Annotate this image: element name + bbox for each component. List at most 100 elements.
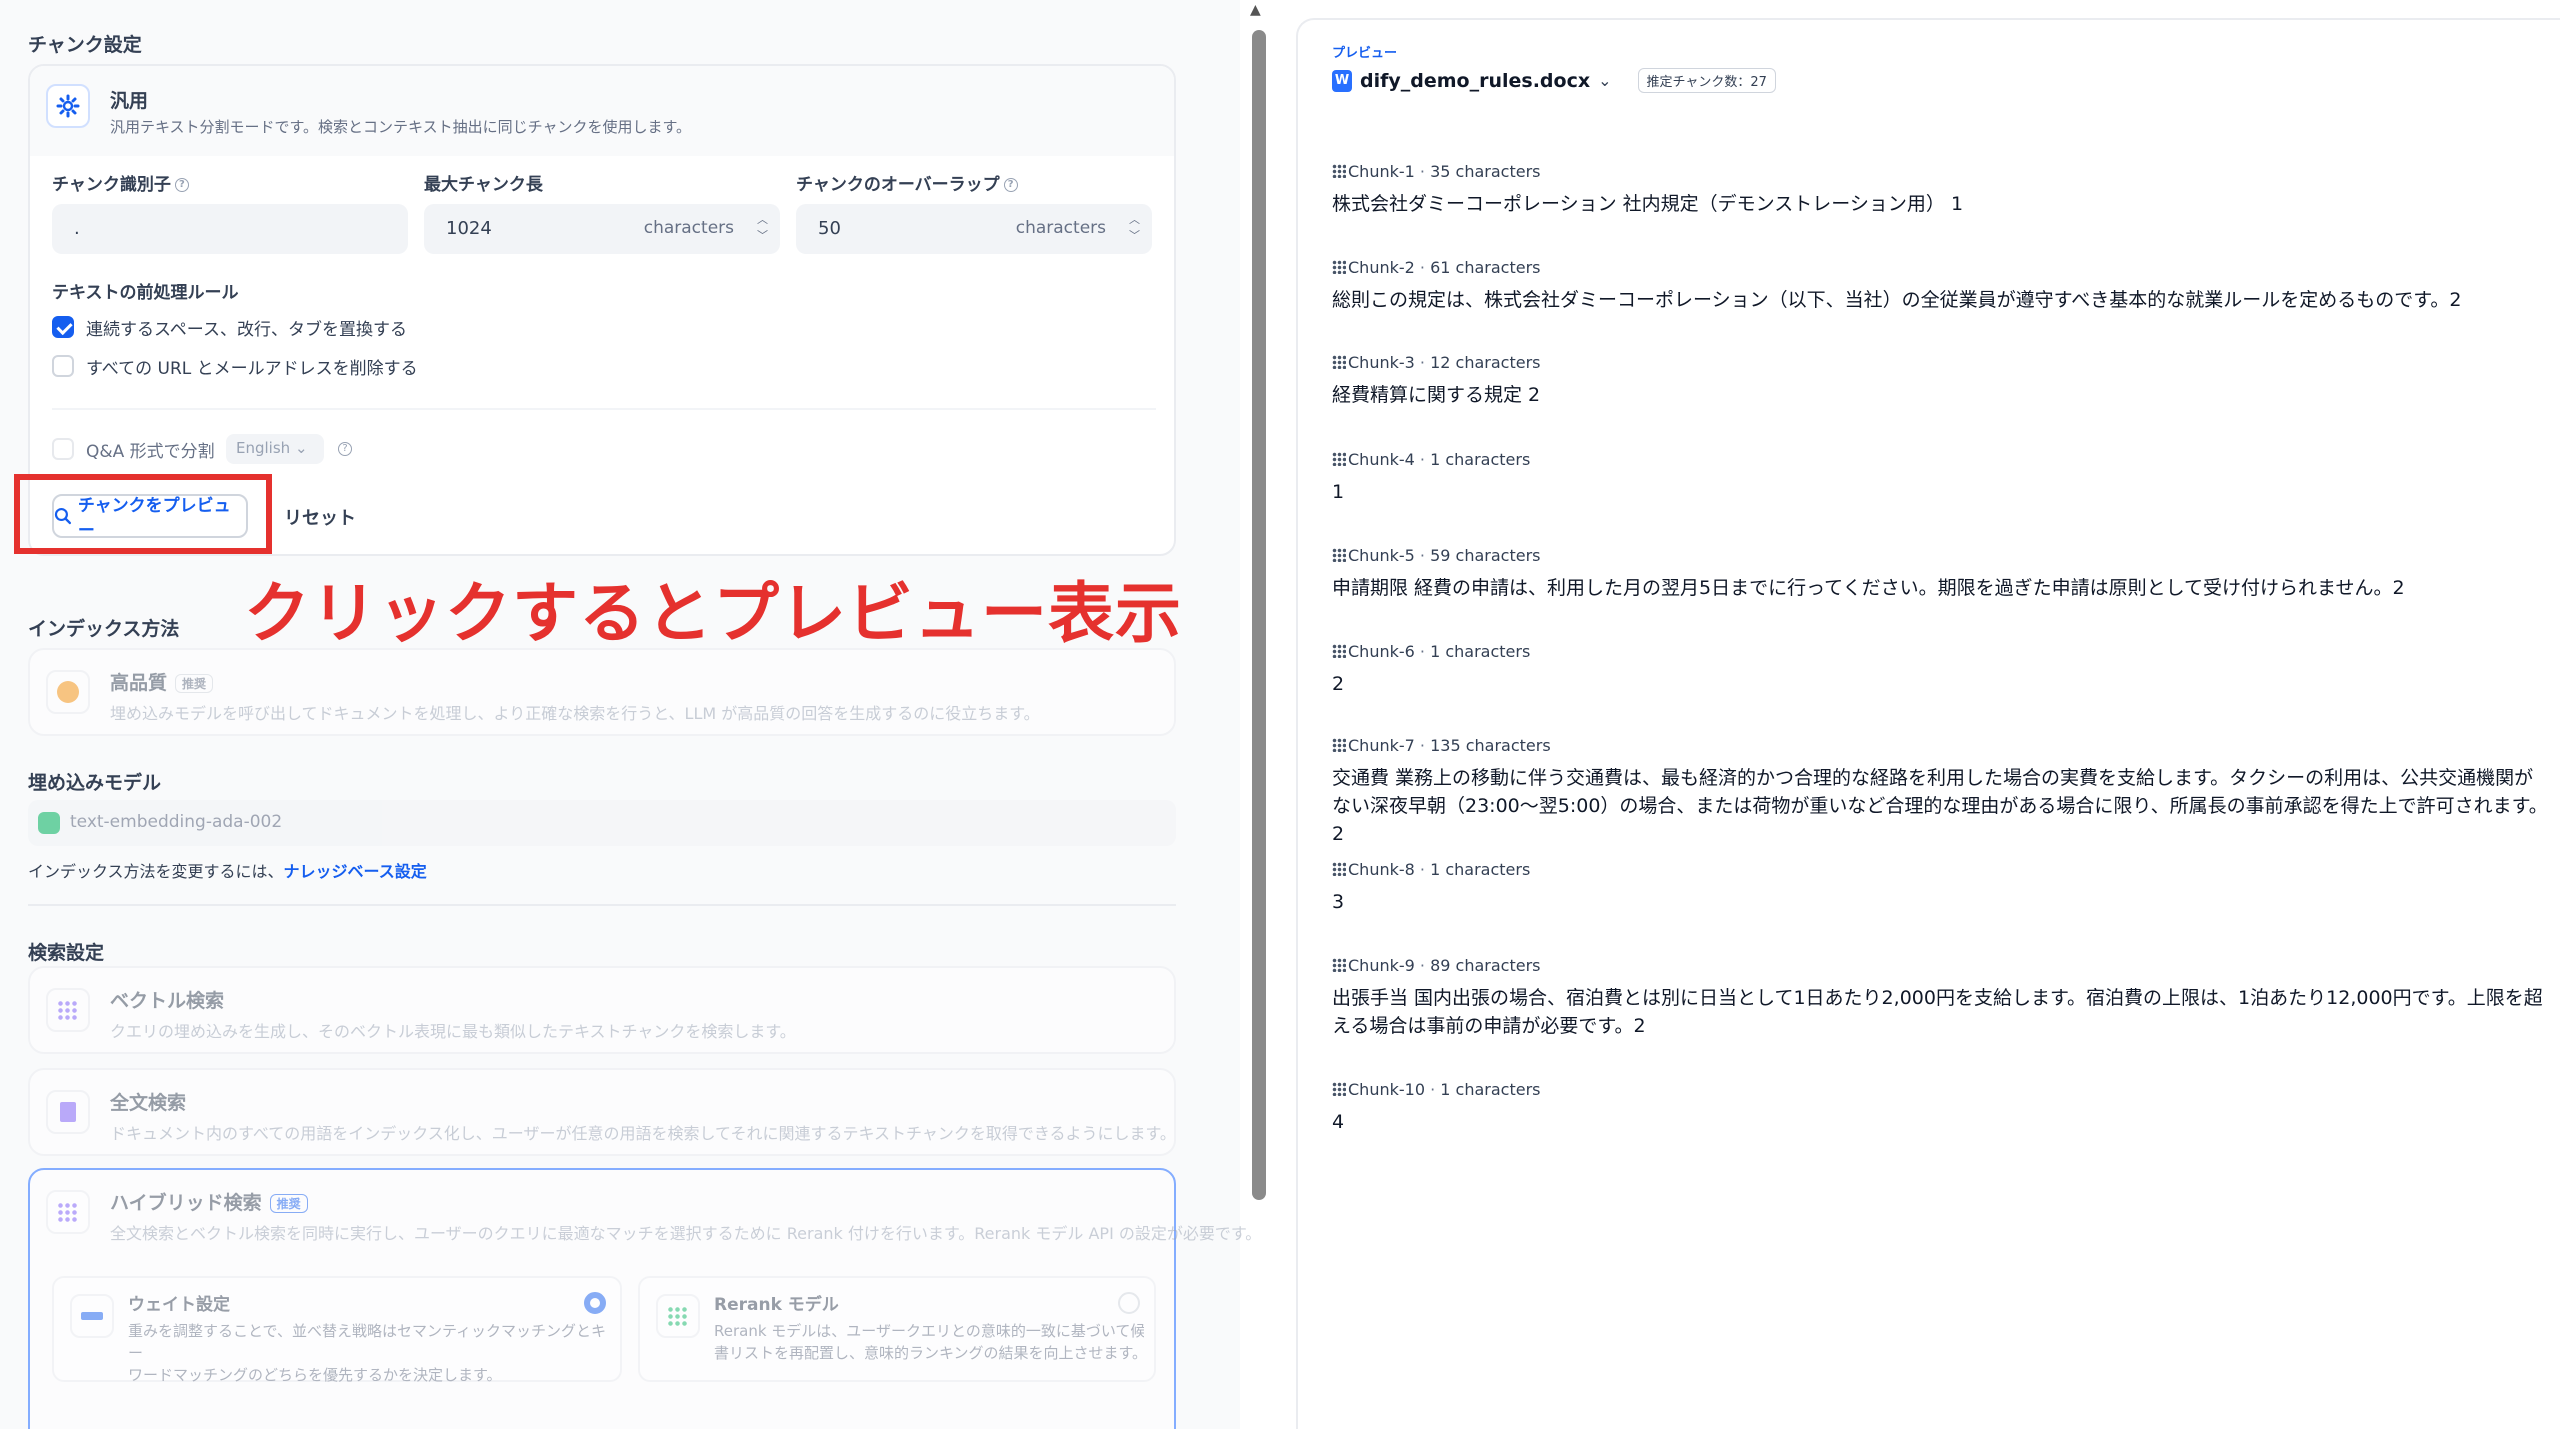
hybrid-search-option[interactable]: ハイブリッド検索 推奨 全文検索とベクトル検索を同時に実行し、ユーザーのクエリに最… — [28, 1168, 1261, 1429]
chunk-text: 総則この規定は、株式会社ダミーコーポレーション（以下、当社）の全従業員が遵守すべ… — [1332, 289, 2462, 311]
chunk-text: 2 — [1332, 673, 1345, 695]
chevron-down-icon: ⌄ — [1598, 71, 1612, 90]
grid-icon — [46, 1190, 90, 1234]
chunk-header: Chunk-8 · 1 characters — [1332, 860, 1530, 879]
highlight-box — [14, 474, 272, 554]
replace-spaces-checkbox[interactable] — [52, 316, 74, 338]
qa-language-select[interactable]: English ⌄ — [226, 434, 324, 464]
grid-icon — [46, 988, 90, 1032]
help-icon: ? — [174, 178, 189, 192]
hybrid-search-desc: 全文検索とベクトル検索を同時に実行し、ユーザーのクエリに最適なマッチを選択するた… — [110, 1224, 1262, 1243]
weight-radio-selected[interactable] — [584, 1292, 606, 1314]
chevron-down-icon: ⌄ — [294, 439, 308, 457]
scrollbar[interactable] — [1252, 30, 1266, 1200]
chunk-header: Chunk-6 · 1 characters — [1332, 642, 1530, 661]
help-icon: ? — [338, 442, 352, 456]
chunk-header: Chunk-4 · 1 characters — [1332, 450, 1530, 469]
chunk-text: 1 — [1332, 481, 1345, 503]
index-change-note: インデックス方法を変更するには、ナレッジベース設定 — [28, 862, 427, 881]
balance-icon — [70, 1294, 114, 1338]
grid-icon — [1332, 260, 1346, 274]
high-quality-title: 高品質 — [110, 672, 168, 694]
chunk-text: 申請期限 経費の申請は、利用した月の翌月5日までに行ってください。期限を過ぎた申… — [1332, 577, 2405, 599]
chunk-header: Chunk-5 · 59 characters — [1332, 546, 1540, 565]
weight-settings-option[interactable]: ウェイト設定 重みを調整することで、並べ替え戦略はセマンティックマッチングとキー… — [52, 1276, 622, 1384]
general-mode-header[interactable]: 汎用 汎用テキスト分割モードです。検索とコンテキスト抽出に同じチャンクを使用しま… — [30, 66, 1174, 156]
gear-icon — [46, 84, 90, 128]
chunk-header: Chunk-10 · 1 characters — [1332, 1080, 1540, 1099]
remove-urls-label: すべての URL とメールアドレスを削除する — [86, 359, 418, 379]
openai-icon — [38, 812, 60, 834]
grid-icon — [1332, 164, 1346, 178]
vector-search-desc: クエリの埋め込みを生成し、そのベクトル表現に最も類似したテキストチャンクを検索し… — [110, 1022, 796, 1041]
stepper-icon: ︿ ﹀ — [1129, 213, 1140, 242]
knowledge-settings-link[interactable]: ナレッジベース設定 — [284, 862, 427, 881]
rerank-radio[interactable] — [1118, 1292, 1140, 1314]
max-length-input[interactable]: 1024 characters ︿ ﹀ — [424, 204, 780, 254]
help-icon: ? — [1003, 178, 1018, 192]
index-method-title: インデックス方法 — [28, 618, 180, 640]
remove-urls-checkbox[interactable] — [52, 355, 74, 377]
grid-icon — [1332, 548, 1346, 562]
preview-panel: プレビュー W dify_demo_rules.docx ⌄ 推定チャンク数：2… — [1296, 18, 2560, 1429]
max-length-label: 最大チャンク長 — [424, 175, 543, 195]
divider — [28, 904, 1176, 906]
chunk-header: Chunk-3 · 12 characters — [1332, 353, 1540, 372]
rerank-model-option[interactable]: Rerank モデル Rerank モデルは、ユーザークエリとの意味的一致に基づ… — [638, 1276, 1156, 1382]
document-icon — [46, 1090, 90, 1134]
stepper-icon: ︿ ﹀ — [757, 213, 768, 242]
high-quality-desc: 埋め込みモデルを呼び出してドキュメントを処理し、より正確な検索を行うと、LLM … — [110, 704, 1040, 723]
vector-search-option[interactable]: ベクトル検索 クエリの埋め込みを生成し、そのベクトル表現に最も類似したテキストチ… — [28, 966, 1176, 1054]
chunk-estimate-badge: 推定チャンク数：27 — [1637, 68, 1776, 93]
grid-icon — [1332, 644, 1346, 658]
grid-icon — [1332, 862, 1346, 876]
annotation-text: クリックするとプレビュー表示 — [244, 575, 1182, 652]
settings-panel: チャンク設定 汎用 汎用テキスト分割モードです。検索とコンテキスト抽出に同じチャ… — [0, 0, 1261, 1429]
qa-split-label: Q&A 形式で分割 — [86, 442, 215, 462]
fulltext-search-option[interactable]: 全文検索 ドキュメント内のすべての用語をインデックス化し、ユーザーが任意の用語を… — [28, 1068, 1176, 1156]
chunk-header: Chunk-2 · 61 characters — [1332, 258, 1540, 277]
embedding-model-select[interactable]: text-embedding-ada-002 — [28, 800, 1176, 846]
preview-label: プレビュー — [1332, 46, 1398, 61]
chunk-header: Chunk-7 · 135 characters — [1332, 736, 1551, 755]
reset-button[interactable]: リセット — [284, 504, 356, 530]
file-select[interactable]: W dify_demo_rules.docx ⌄ 推定チャンク数：27 — [1332, 68, 1776, 93]
rerank-model-title: Rerank モデル — [714, 1295, 839, 1315]
chunk-text: 交通費 業務上の移動に伴う交通費は、最も経済的かつ合理的な経路を利用した場合の実… — [1332, 767, 2548, 845]
chunk-text: 出張手当 国内出張の場合、宿泊費とは別に日当として1日あたり2,000円を支給し… — [1332, 987, 2543, 1037]
preprocess-title: テキストの前処理ルール — [52, 283, 239, 303]
retrieval-settings-title: 検索設定 — [28, 942, 105, 964]
high-quality-option[interactable]: 高品質 推奨 埋め込みモデルを呼び出してドキュメントを処理し、より正確な検索を行う… — [28, 648, 1176, 736]
divider — [52, 408, 1156, 410]
hybrid-search-title: ハイブリッド検索 — [110, 1192, 262, 1214]
chunk-header: Chunk-1 · 35 characters — [1332, 162, 1540, 181]
weight-settings-title: ウェイト設定 — [128, 1295, 230, 1315]
embedding-model-title: 埋め込みモデル — [28, 772, 162, 794]
grid-icon — [1332, 738, 1346, 752]
grid-icon — [1332, 958, 1346, 972]
chunk-text: 株式会社ダミーコーポレーション 社内規定（デモンストレーション用） 1 — [1332, 193, 1964, 215]
overlap-input[interactable]: 50 characters ︿ ﹀ — [796, 204, 1152, 254]
delimiter-input[interactable]: . — [52, 204, 408, 254]
rerank-model-desc: Rerank モデルは、ユーザークエリとの意味的一致に基づいて候補文 書リストを再… — [714, 1322, 1144, 1362]
star-icon — [46, 670, 90, 714]
chunk-text: 経費精算に関する規定 2 — [1332, 384, 1541, 406]
vector-search-title: ベクトル検索 — [110, 990, 225, 1012]
chunk-header: Chunk-9 · 89 characters — [1332, 956, 1540, 975]
rerank-icon — [656, 1294, 700, 1338]
chunk-settings-title: チャンク設定 — [28, 34, 142, 56]
weight-settings-desc: 重みを調整することで、並べ替え戦略はセマンティックマッチングとキー ワードマッチン… — [128, 1322, 607, 1384]
general-mode-desc: 汎用テキスト分割モードです。検索とコンテキスト抽出に同じチャンクを使用します。 — [110, 118, 691, 136]
chunk-text: 4 — [1332, 1111, 1345, 1133]
recommended-badge: 推奨 — [269, 1194, 308, 1213]
grid-icon — [1332, 355, 1346, 369]
general-mode-title: 汎用 — [110, 90, 149, 112]
grid-icon — [1332, 1082, 1346, 1096]
overlap-label: チャンクのオーバーラップ? — [796, 170, 1018, 195]
docx-file-icon: W — [1332, 69, 1352, 92]
fulltext-search-title: 全文検索 — [110, 1092, 187, 1114]
grid-icon — [1332, 452, 1346, 466]
qa-split-checkbox[interactable] — [52, 438, 74, 460]
scroll-up-icon[interactable]: ▲ — [1250, 2, 1261, 18]
chunk-text: 3 — [1332, 891, 1345, 913]
